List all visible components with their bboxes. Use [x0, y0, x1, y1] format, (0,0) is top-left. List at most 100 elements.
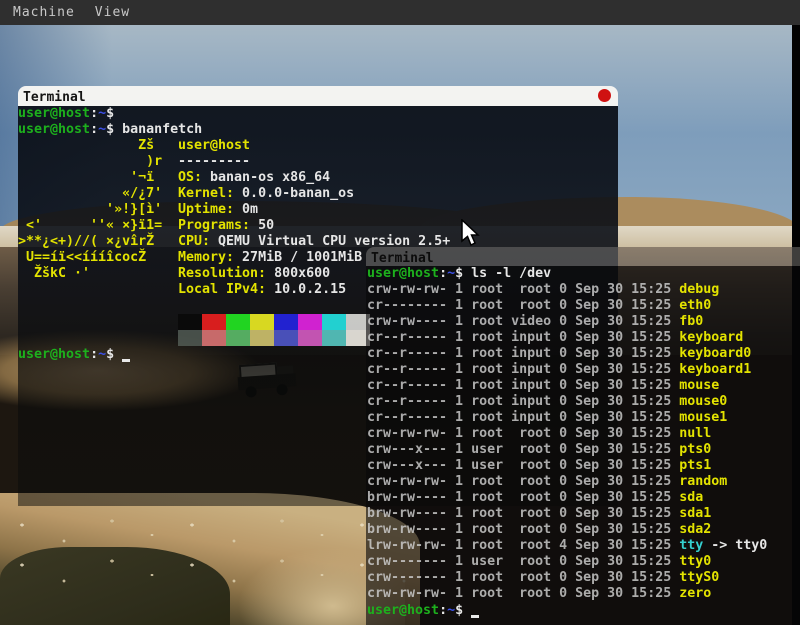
menu-item-machine[interactable]: Machine [10, 5, 78, 20]
prompt-path: ~ [447, 266, 455, 281]
terminal-line: crw------- 1 user root 0 Sep 30 15:25 tt… [367, 554, 800, 570]
prompt-user: user@host [367, 603, 439, 618]
file-meta: crw-rw---- 1 root video 0 Sep 30 15:25 [367, 314, 679, 329]
file-meta: cr--r----- 1 root input 0 Sep 30 15:25 [367, 394, 679, 409]
file-name: tty [679, 538, 703, 553]
file-name: keyboard0 [679, 346, 751, 361]
fetch-label: user@host [178, 138, 250, 153]
file-name: pts0 [679, 442, 711, 457]
prompt-path: ~ [98, 106, 106, 121]
fetch-value: 0m [234, 202, 258, 217]
terminal-line: brw-rw---- 1 root root 0 Sep 30 15:25 sd… [367, 522, 800, 538]
ascii-art: '¬ï [18, 170, 178, 185]
palette-swatch [202, 330, 226, 346]
terminal-line: brw-rw---- 1 root root 0 Sep 30 15:25 sd… [367, 506, 800, 522]
prompt-user: user@host [367, 266, 439, 281]
window-title: Terminal [366, 251, 434, 266]
terminal-line: crw-rw-rw- 1 root root 0 Sep 30 15:25 ze… [367, 586, 800, 602]
file-meta: crw---x--- 1 user root 0 Sep 30 15:25 [367, 458, 679, 473]
terminal-line: crw-rw-rw- 1 root root 0 Sep 30 15:25 nu… [367, 426, 800, 442]
file-meta: cr--r----- 1 root input 0 Sep 30 15:25 [367, 330, 679, 345]
file-meta: brw-rw---- 1 root root 0 Sep 30 15:25 [367, 506, 679, 521]
fetch-label: Uptime: [178, 202, 234, 217]
terminal-line: cr--r----- 1 root input 0 Sep 30 15:25 k… [367, 362, 800, 378]
palette-swatch [250, 314, 274, 330]
file-name: pts1 [679, 458, 711, 473]
ascii-art: >**¿<+)//( ×¿vîrŽ [18, 234, 178, 249]
fetch-value: 800x600 [266, 266, 330, 281]
file-name: zero [679, 586, 711, 601]
menu-item-view[interactable]: View [92, 5, 133, 20]
file-meta: crw-rw-rw- 1 root root 0 Sep 30 15:25 [367, 282, 679, 297]
vm-screen: Machine View Terminal use [0, 0, 800, 625]
fetch-label: OS: [178, 170, 202, 185]
terminal-line: cr--r----- 1 root input 0 Sep 30 15:25 m… [367, 410, 800, 426]
ascii-art: )r [18, 154, 178, 169]
close-button[interactable] [598, 89, 611, 102]
palette-swatch [202, 314, 226, 330]
terminal-line: lrw-rw-rw- 1 root root 4 Sep 30 15:25 tt… [367, 538, 800, 554]
terminal1-titlebar[interactable]: Terminal [18, 86, 618, 106]
palette-swatch [298, 314, 322, 330]
terminal-line: cr--r----- 1 root input 0 Sep 30 15:25 k… [367, 330, 800, 346]
fetch-value: banan-os x86_64 [202, 170, 330, 185]
fetch-value: 10.0.2.15 [266, 282, 346, 297]
terminal2-content[interactable]: user@host:~$ ls -l /devcrw-rw-rw- 1 root… [366, 266, 800, 625]
file-name: sda2 [679, 522, 711, 537]
terminal-line: crw---x--- 1 user root 0 Sep 30 15:25 pt… [367, 458, 800, 474]
terminal-line: user@host:~$ [367, 602, 800, 618]
file-name: fb0 [679, 314, 703, 329]
ascii-art: U==íï<<íííîcocŽ [18, 250, 178, 265]
prompt-dollar: $ [455, 266, 471, 281]
terminal-line: cr--r----- 1 root input 0 Sep 30 15:25 m… [367, 378, 800, 394]
file-name: keyboard1 [679, 362, 751, 377]
file-meta: lrw-rw-rw- 1 root root 4 Sep 30 15:25 [367, 538, 679, 553]
menu-bar: Machine View [0, 0, 800, 25]
file-name: mouse [679, 378, 719, 393]
ascii-art: '»!}[ì' [18, 202, 178, 217]
file-meta: cr--r----- 1 root input 0 Sep 30 15:25 [367, 378, 679, 393]
fetch-label: Resolution: [178, 266, 266, 281]
wallpaper-rock-speckles [0, 513, 410, 598]
file-name: tty0 [679, 554, 711, 569]
file-name: sda [679, 490, 703, 505]
file-meta: crw------- 1 user root 0 Sep 30 15:25 [367, 554, 679, 569]
link-target: -> tty0 [703, 538, 767, 553]
prompt-colon: : [90, 106, 98, 121]
palette-swatch [322, 314, 346, 330]
fetch-label: Local IPv4: [178, 282, 266, 297]
prompt-dollar: $ [455, 603, 471, 618]
palette-swatch [178, 330, 202, 346]
terminal2-titlebar[interactable]: Terminal [366, 247, 800, 266]
palette-swatch [226, 330, 250, 346]
terminal-line: user@host:~$ ls -l /dev [367, 266, 800, 282]
prompt-user: user@host [18, 122, 90, 137]
file-name: mouse1 [679, 410, 727, 425]
file-name: debug [679, 282, 719, 297]
terminal-line: brw-rw---- 1 root root 0 Sep 30 15:25 sd… [367, 490, 800, 506]
terminal-line: user@host:~$ [18, 106, 618, 122]
fetch-label: Memory: [178, 250, 234, 265]
prompt-path: ~ [98, 122, 106, 137]
prompt-dollar: $ [106, 122, 122, 137]
prompt-dollar: $ [106, 347, 122, 362]
prompt-dollar: $ [106, 106, 122, 121]
window-title: Terminal [18, 90, 86, 105]
mouse-cursor-icon [461, 219, 483, 253]
terminal-line: crw-rw-rw- 1 root root 0 Sep 30 15:25 de… [367, 282, 800, 298]
terminal-line: Zšuser@host [18, 138, 618, 154]
terminal-line: cr--r----- 1 root input 0 Sep 30 15:25 k… [367, 346, 800, 362]
ascii-art: «/¿7' [18, 186, 178, 201]
fetch-label: Kernel: [178, 186, 234, 201]
prompt-path: ~ [98, 347, 106, 362]
palette-swatch [322, 330, 346, 346]
terminal-line: '¬ïOS: banan-os x86_64 [18, 170, 618, 186]
palette-swatch [178, 314, 202, 330]
file-meta: cr--r----- 1 root input 0 Sep 30 15:25 [367, 410, 679, 425]
file-meta: crw---x--- 1 user root 0 Sep 30 15:25 [367, 442, 679, 457]
prompt-colon: : [439, 603, 447, 618]
file-meta: crw-rw-rw- 1 root root 0 Sep 30 15:25 [367, 474, 679, 489]
file-meta: crw-rw-rw- 1 root root 0 Sep 30 15:25 [367, 426, 679, 441]
file-name: mouse0 [679, 394, 727, 409]
file-meta: brw-rw---- 1 root root 0 Sep 30 15:25 [367, 522, 679, 537]
